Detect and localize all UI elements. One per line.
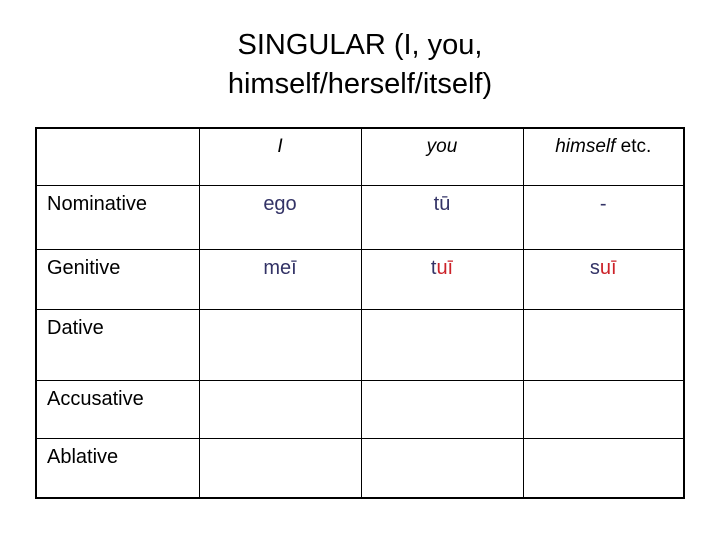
table-row-nominative: Nominative ego tū - xyxy=(35,185,685,250)
cell-nominative-you: tū xyxy=(360,185,524,250)
case-label-accusative: Accusative xyxy=(47,388,144,410)
table-row-dative: Dative xyxy=(35,309,685,381)
value-genitive-i: meī xyxy=(263,257,297,279)
header-you-label: you xyxy=(426,136,458,157)
header-himself-roman: etc. xyxy=(615,136,652,157)
header-cell-himself: himself etc. xyxy=(522,127,685,186)
cell-genitive-i: meī xyxy=(198,249,362,310)
cell-genitive-himself: suī xyxy=(522,249,685,310)
cell-dative-i xyxy=(198,309,362,381)
cell-ablative-you xyxy=(360,438,524,499)
value-ablative-you xyxy=(362,439,523,497)
table-row-genitive: Genitive meī tuī suī xyxy=(35,249,685,310)
value-accusative-you xyxy=(362,381,523,438)
cell-accusative-i xyxy=(198,380,362,439)
case-label-nominative: Nominative xyxy=(47,193,148,215)
value-dative-himself xyxy=(524,310,684,380)
header-i-label: I xyxy=(277,136,283,157)
declension-table: I you himself etc. Nominative ego tū - G… xyxy=(35,127,685,499)
case-cell-genitive: Genitive xyxy=(35,249,200,310)
header-cell-i: I xyxy=(198,127,362,186)
cell-dative-himself xyxy=(522,309,685,381)
value-ablative-i xyxy=(200,439,361,497)
case-label-dative: Dative xyxy=(47,317,104,339)
cell-nominative-i: ego xyxy=(198,185,362,250)
table-row-ablative: Ablative xyxy=(35,438,685,499)
header-himself-italic: himself xyxy=(555,136,616,157)
value-genitive-himself-ending: uī xyxy=(599,257,617,279)
slide-canvas: SINGULAR (I, you, himself/herself/itself… xyxy=(0,0,720,540)
cell-ablative-himself xyxy=(522,438,685,499)
case-cell-nominative: Nominative xyxy=(35,185,200,250)
value-genitive-himself-stem: s xyxy=(589,257,600,279)
page-title-line-2: himself/herself/itself) xyxy=(227,68,493,101)
header-cell-case xyxy=(35,127,200,186)
value-nominative-i: ego xyxy=(263,193,297,215)
page-title-line-1: SINGULAR (I, you, xyxy=(237,29,483,61)
cell-accusative-you xyxy=(360,380,524,439)
value-dative-i xyxy=(200,310,361,380)
value-accusative-i xyxy=(200,381,361,438)
table-row-accusative: Accusative xyxy=(35,380,685,439)
value-genitive-you: tuī xyxy=(362,250,523,309)
header-cell-you: you xyxy=(360,127,524,186)
value-ablative-himself xyxy=(524,439,684,497)
value-nominative-himself: - xyxy=(599,193,607,215)
case-cell-dative: Dative xyxy=(35,309,200,381)
case-label-genitive: Genitive xyxy=(47,257,121,279)
table-header-row: I you himself etc. xyxy=(35,127,685,186)
value-nominative-you: tū xyxy=(433,193,451,215)
cell-nominative-himself: - xyxy=(522,185,685,250)
value-genitive-you-ending: uī xyxy=(436,257,454,279)
cell-ablative-i xyxy=(198,438,362,499)
value-genitive-himself: suī xyxy=(524,250,684,309)
cell-dative-you xyxy=(360,309,524,381)
value-dative-you xyxy=(362,310,523,380)
header-case-label xyxy=(37,129,199,185)
cell-genitive-you: tuī xyxy=(360,249,524,310)
value-accusative-himself xyxy=(524,381,684,438)
case-cell-accusative: Accusative xyxy=(35,380,200,439)
page-title: SINGULAR (I, you, himself/herself/itself… xyxy=(0,26,720,105)
cell-accusative-himself xyxy=(522,380,685,439)
header-himself-label: himself etc. xyxy=(524,129,684,185)
case-cell-ablative: Ablative xyxy=(35,438,200,499)
case-label-ablative: Ablative xyxy=(47,446,119,468)
